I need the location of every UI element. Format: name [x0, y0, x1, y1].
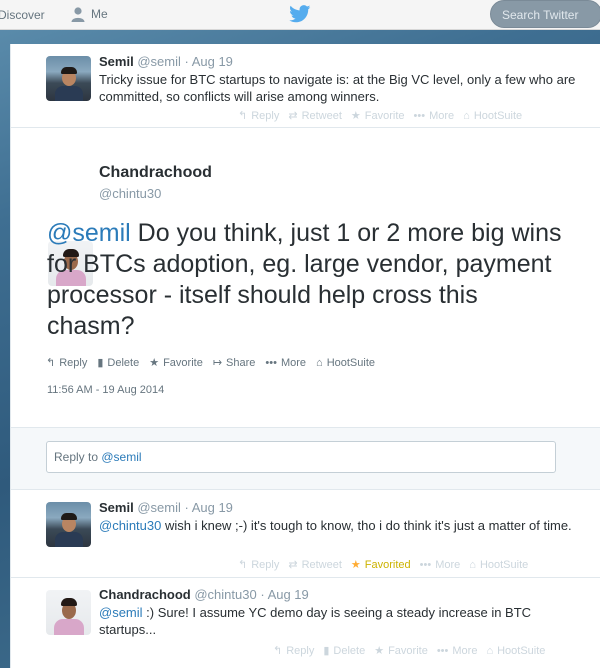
reply-button[interactable]: ↰ Reply — [273, 644, 314, 658]
tweet[interactable]: Semil @semil · Aug 19 @chintu30 wish i k… — [11, 490, 600, 578]
author-name[interactable]: Semil — [99, 54, 134, 69]
top-nav-bar: Discover Me Search Twitter — [0, 0, 600, 30]
more-button[interactable]: ••• More — [265, 356, 306, 369]
tweet[interactable]: Semil @semil · Aug 19 Tricky issue for B… — [11, 44, 600, 128]
focused-tweet-actions: ↰ Reply ▮ Delete ★ Favorite ↦ Share ••• More … — [46, 356, 375, 370]
tweet-time[interactable]: · Aug 19 — [184, 54, 232, 69]
reply-icon: ↰ — [46, 357, 56, 369]
tweet-actions: ↰ Reply ⇄ Retweet ★ Favorite ••• More ⌂ HootS… — [238, 109, 522, 123]
search-input[interactable]: Search Twitter — [490, 0, 600, 28]
retweet-icon: ⇄ — [288, 559, 298, 571]
author-handle[interactable]: @semil — [137, 500, 181, 515]
tweet-actions: ↰ Reply ⇄ Retweet ★ Favorited ••• More ⌂ Hoot… — [238, 558, 528, 572]
favorite-button[interactable]: ★ Favorite — [374, 644, 428, 658]
favorite-button[interactable]: ★ Favorite — [350, 109, 405, 123]
hootsuite-icon: ⌂ — [316, 356, 323, 369]
avatar[interactable] — [46, 502, 91, 547]
reply-icon: ↰ — [238, 110, 248, 122]
more-button[interactable]: ••• More — [414, 109, 455, 122]
star-icon: ★ — [149, 357, 160, 369]
author-handle[interactable]: @semil — [137, 54, 181, 69]
more-icon: ••• — [436, 644, 449, 657]
delete-button[interactable]: ▮ Delete — [97, 356, 139, 370]
reply-button[interactable]: ↰ Reply — [238, 109, 279, 123]
focused-author-handle[interactable]: @chintu30 — [99, 186, 161, 201]
tweet[interactable]: Chandrachood @chintu30 · Aug 19 @semil :… — [11, 578, 600, 668]
mention-link[interactable]: @chintu30 — [99, 518, 161, 533]
tweet-header: Semil @semil · Aug 19 — [99, 54, 233, 69]
conversation-column: Semil @semil · Aug 19 Tricky issue for B… — [10, 44, 600, 668]
more-button[interactable]: ••• More — [437, 644, 478, 657]
tweet-time[interactable]: · Aug 19 — [260, 587, 308, 602]
favorited-button[interactable]: ★ Favorited — [350, 558, 411, 572]
tweet-actions: ↰ Reply ▮ Delete ★ Favorite ••• More ⌂ HootSu… — [273, 644, 545, 658]
reply-icon: ↰ — [238, 559, 248, 571]
delete-button[interactable]: ▮ Delete — [323, 644, 365, 658]
nav-discover[interactable]: Discover — [0, 8, 45, 22]
tweet-time[interactable]: · Aug 19 — [184, 500, 232, 515]
tweet-text: Tricky issue for BTC startups to navigat… — [99, 72, 576, 104]
twitter-bird-icon[interactable] — [289, 5, 311, 23]
hootsuite-icon: ⌂ — [486, 644, 494, 657]
trash-icon: ▮ — [97, 357, 104, 369]
avatar[interactable] — [46, 590, 91, 635]
tweet-text: @chintu30 wish i knew ;-) it's tough to … — [99, 518, 572, 533]
hootsuite-button[interactable]: ⌂ HootSuite — [469, 558, 528, 571]
mention-link[interactable]: @semil — [99, 605, 143, 620]
avatar[interactable] — [46, 56, 91, 101]
hootsuite-icon: ⌂ — [463, 109, 470, 122]
mention-link[interactable]: @semil — [47, 219, 131, 247]
hootsuite-button[interactable]: ⌂ HootSuite — [463, 109, 522, 122]
more-icon: ••• — [265, 356, 277, 369]
more-icon: ••• — [413, 109, 426, 122]
tweet-text: @semil :) Sure! I assume YC demo day is … — [99, 605, 532, 637]
star-icon: ★ — [350, 110, 361, 122]
retweet-button[interactable]: ⇄ Retweet — [288, 558, 342, 572]
retweet-icon: ⇄ — [288, 110, 298, 122]
tweet-header: Chandrachood @chintu30 · Aug 19 — [99, 587, 309, 602]
reply-input[interactable]: Reply to @semil — [46, 441, 556, 473]
reply-button[interactable]: ↰ Reply — [46, 356, 87, 370]
author-handle[interactable]: @chintu30 — [194, 587, 256, 602]
reply-button[interactable]: ↰ Reply — [238, 558, 279, 572]
more-icon: ••• — [419, 558, 432, 571]
focused-tweet-text: @semil Do you think, just 1 or 2 more bi… — [47, 218, 567, 342]
share-icon: ↦ — [212, 357, 223, 369]
nav-me-label: Me — [91, 7, 108, 21]
star-icon: ★ — [374, 645, 385, 657]
author-name[interactable]: Chandrachood — [99, 587, 191, 602]
hootsuite-button[interactable]: ⌂ HootSuite — [486, 644, 545, 657]
reply-composer: Reply to @semil — [11, 428, 600, 490]
reply-icon: ↰ — [273, 645, 283, 657]
author-name[interactable]: Semil — [99, 500, 134, 515]
nav-me[interactable]: Me — [70, 6, 108, 22]
star-icon: ★ — [350, 559, 361, 571]
retweet-button[interactable]: ⇄ Retweet — [288, 109, 342, 123]
favorite-button[interactable]: ★ Favorite — [149, 356, 203, 370]
hootsuite-icon: ⌂ — [469, 558, 476, 571]
hootsuite-button[interactable]: ⌂ HootSuite — [316, 356, 375, 369]
share-button[interactable]: ↦ Share — [212, 356, 256, 370]
trash-icon: ▮ — [323, 645, 330, 657]
focused-author-name[interactable]: Chandrachood — [99, 164, 212, 182]
tweet-timestamp[interactable]: 11:56 AM - 19 Aug 2014 — [47, 384, 164, 396]
tweet-header: Semil @semil · Aug 19 — [99, 500, 233, 515]
more-button[interactable]: ••• More — [420, 558, 461, 571]
person-icon — [71, 7, 85, 22]
